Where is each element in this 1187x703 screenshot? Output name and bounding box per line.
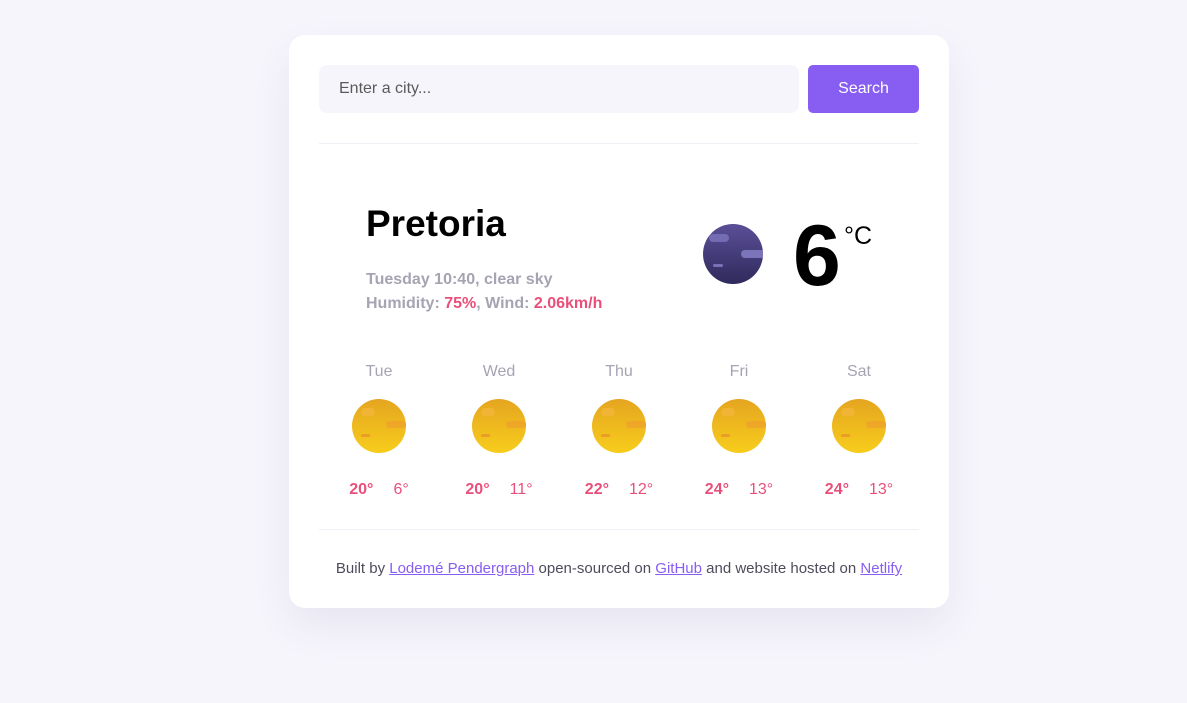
sun-icon [472,399,526,453]
forecast-max-temp: 20° [349,481,374,498]
sun-icon [352,399,406,453]
forecast-list: Tue 20° 6° Wed 20° 11° Thu 22° 12° Fri 2… [319,360,919,510]
footer-text: Built by [335,560,390,577]
search-button[interactable]: Search [808,65,919,113]
search-form: Search [319,65,919,113]
github-link[interactable]: GitHub [655,560,702,577]
forecast-day-name: Tue [365,363,393,380]
wind-label: , Wind: [476,295,534,312]
temperature-unit: °C [844,222,873,250]
forecast-day: Tue 20° 6° [319,360,439,510]
forecast-day-name: Thu [605,363,633,380]
forecast-min-temp: 12° [629,481,654,498]
humidity-label: Humidity: [366,295,445,312]
forecast-temps: 20° 11° [439,481,559,499]
forecast-day: Wed 20° 11° [439,360,559,510]
forecast-day: Thu 22° 12° [559,360,679,510]
sun-icon [592,399,646,453]
top-divider [319,143,919,144]
forecast-temps: 24° 13° [799,481,919,499]
current-conditions: Humidity: 75%, Wind: 2.06km/h [366,296,602,312]
forecast-max-temp: 20° [465,481,490,498]
weather-card: Search Pretoria Tuesday 10:40, clear sky… [289,35,949,608]
footer: Built by Lodemé Pendergraph open-sourced… [289,560,949,577]
forecast-min-temp: 13° [749,481,774,498]
forecast-min-temp: 6° [393,481,409,498]
bottom-divider [319,529,919,530]
footer-text: and website hosted on [701,560,861,577]
current-description: Tuesday 10:40, clear sky [366,271,553,288]
forecast-min-temp: 11° [509,481,533,498]
search-input[interactable] [319,65,799,113]
footer-text: open-sourced on [534,560,656,577]
forecast-day: Fri 24° 13° [679,360,799,510]
forecast-max-temp: 24° [824,481,849,498]
forecast-temps: 22° 12° [559,481,679,499]
author-link[interactable]: Lodemé Pendergraph [389,560,534,577]
city-name: Pretoria [366,203,506,244]
forecast-temps: 24° 13° [679,481,799,499]
netlify-link[interactable]: Netlify [860,560,902,577]
sun-icon [832,399,886,453]
humidity-value: 75% [444,295,477,312]
current-temperature: 6 [793,208,841,304]
night-clear-moon-icon [703,224,765,284]
forecast-day-name: Fri [729,363,749,380]
forecast-max-temp: 24° [704,481,729,498]
forecast-day-name: Sat [846,363,871,380]
sun-icon [712,399,766,453]
forecast-day: Sat 24° 13° [799,360,919,510]
forecast-temps: 20° 6° [319,481,439,499]
forecast-day-name: Wed [482,363,516,380]
forecast-min-temp: 13° [869,481,894,498]
forecast-max-temp: 22° [584,481,609,498]
wind-value: 2.06km/h [533,295,603,312]
